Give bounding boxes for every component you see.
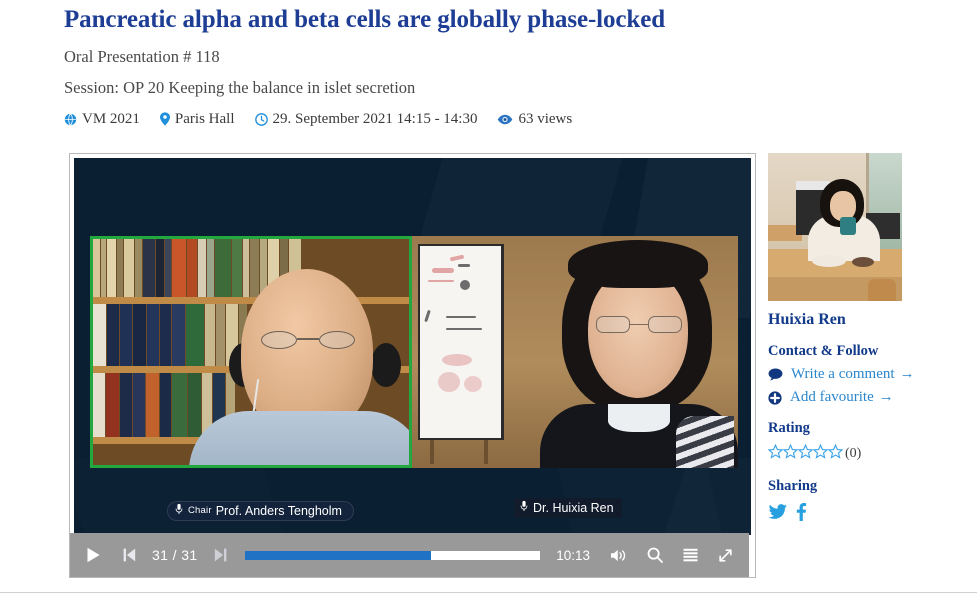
next-slide-button[interactable] xyxy=(214,548,227,562)
contact-follow-heading: Contact & Follow xyxy=(768,343,879,359)
bookshelf-scene xyxy=(93,239,409,465)
time-remaining: 10:13 xyxy=(556,547,590,563)
search-icon[interactable] xyxy=(647,547,663,563)
arrow-right-icon: → xyxy=(878,389,894,405)
speaker-tiles xyxy=(90,236,738,468)
star-icon-1[interactable] xyxy=(767,443,784,464)
speaker-badge-chair: Chair Prof. Anders Tengholm xyxy=(167,501,354,521)
slide-counter: 31 / 31 xyxy=(152,547,198,563)
microphone-icon xyxy=(175,503,183,518)
meta-location: Paris Hall xyxy=(159,110,235,128)
meta-event-label: VM 2021 xyxy=(82,111,140,127)
presenter-room-scene xyxy=(412,236,738,468)
facebook-icon[interactable] xyxy=(795,503,807,521)
microphone-icon xyxy=(520,500,528,515)
clock-icon xyxy=(254,112,268,126)
comment-icon xyxy=(768,368,783,381)
share-buttons xyxy=(768,503,948,521)
twitter-icon[interactable] xyxy=(768,504,787,520)
presenter-fringe xyxy=(568,240,708,288)
whiteboard xyxy=(418,244,504,440)
headphone-right xyxy=(371,343,401,387)
slide-list-icon[interactable] xyxy=(683,548,698,562)
presenter-face xyxy=(588,270,688,398)
star-icon-5[interactable] xyxy=(827,443,844,464)
speaker-sidebar: Huixia Ren Contact & Follow Write a comm… xyxy=(767,153,948,521)
speaker-tile-chair[interactable] xyxy=(90,236,412,468)
chair-face xyxy=(241,269,373,434)
page-title: Pancreatic alpha and beta cells are glob… xyxy=(64,6,666,33)
star-icon-2[interactable] xyxy=(782,443,799,464)
meta-location-label: Paris Hall xyxy=(174,111,235,127)
meta-views: 63 views xyxy=(497,110,572,128)
sharing-heading: Sharing xyxy=(768,478,818,494)
previous-slide-button[interactable] xyxy=(123,548,136,562)
meta-event: VM 2021 xyxy=(64,110,140,128)
speaker-photo xyxy=(768,153,902,301)
play-button[interactable] xyxy=(86,547,101,563)
video-player[interactable]: Chair Prof. Anders Tengholm Dr. Huixia R… xyxy=(69,153,756,578)
write-comment-label: Write a comment xyxy=(791,366,895,382)
speaker-name-presenter: Dr. Huixia Ren xyxy=(533,500,614,515)
sidebar-speaker-name: Huixia Ren xyxy=(768,311,846,328)
session-meta: VM 2021 Paris Hall 29. September 2021 14… xyxy=(64,110,764,128)
location-pin-icon xyxy=(159,112,170,126)
meta-datetime-label: 29. September 2021 14:15 - 14:30 xyxy=(272,111,478,127)
presenter-sleeve xyxy=(676,416,734,468)
add-favourite-link[interactable]: Add favourite → xyxy=(768,389,948,406)
eye-icon xyxy=(497,114,513,125)
session-header: Pancreatic alpha and beta cells are glob… xyxy=(64,0,764,128)
player-controls: 31 / 31 10:13 xyxy=(70,533,749,577)
progress-bar[interactable] xyxy=(244,550,541,560)
speaker-tile-presenter[interactable] xyxy=(412,236,738,468)
add-favourite-label: Add favourite xyxy=(790,389,874,405)
globe-icon xyxy=(64,113,77,126)
volume-icon[interactable] xyxy=(610,548,627,563)
glasses-icon xyxy=(261,331,355,349)
presentation-number: Oral Presentation # 118 xyxy=(64,47,220,66)
presenter-collar xyxy=(608,404,670,432)
whiteboard-legs xyxy=(430,440,488,464)
meta-datetime: 29. September 2021 14:15 - 14:30 xyxy=(254,110,478,128)
star-icon-4[interactable] xyxy=(812,443,829,464)
session-name: Session: OP 20 Keeping the balance in is… xyxy=(64,78,416,97)
video-stage[interactable]: Chair Prof. Anders Tengholm Dr. Huixia R… xyxy=(74,158,751,535)
arrow-right-icon: → xyxy=(899,366,915,382)
presenter-glasses-icon xyxy=(596,316,682,334)
speaker-role-chair: Chair xyxy=(188,505,212,516)
rating-stars[interactable]: (0) xyxy=(767,443,948,464)
write-comment-link[interactable]: Write a comment → xyxy=(768,366,948,383)
plus-circle-icon xyxy=(768,390,782,405)
fullscreen-icon[interactable] xyxy=(718,548,733,563)
progress-fill xyxy=(244,550,431,560)
chair-torso xyxy=(189,411,409,465)
rating-count: (0) xyxy=(845,446,862,461)
rating-heading: Rating xyxy=(768,420,810,436)
speaker-badge-presenter: Dr. Huixia Ren xyxy=(514,498,622,518)
star-icon-3[interactable] xyxy=(797,443,814,464)
meta-views-label: 63 views xyxy=(518,111,573,127)
speaker-name-chair: Prof. Anders Tengholm xyxy=(215,503,342,518)
session-page: Pancreatic alpha and beta cells are glob… xyxy=(0,0,977,595)
